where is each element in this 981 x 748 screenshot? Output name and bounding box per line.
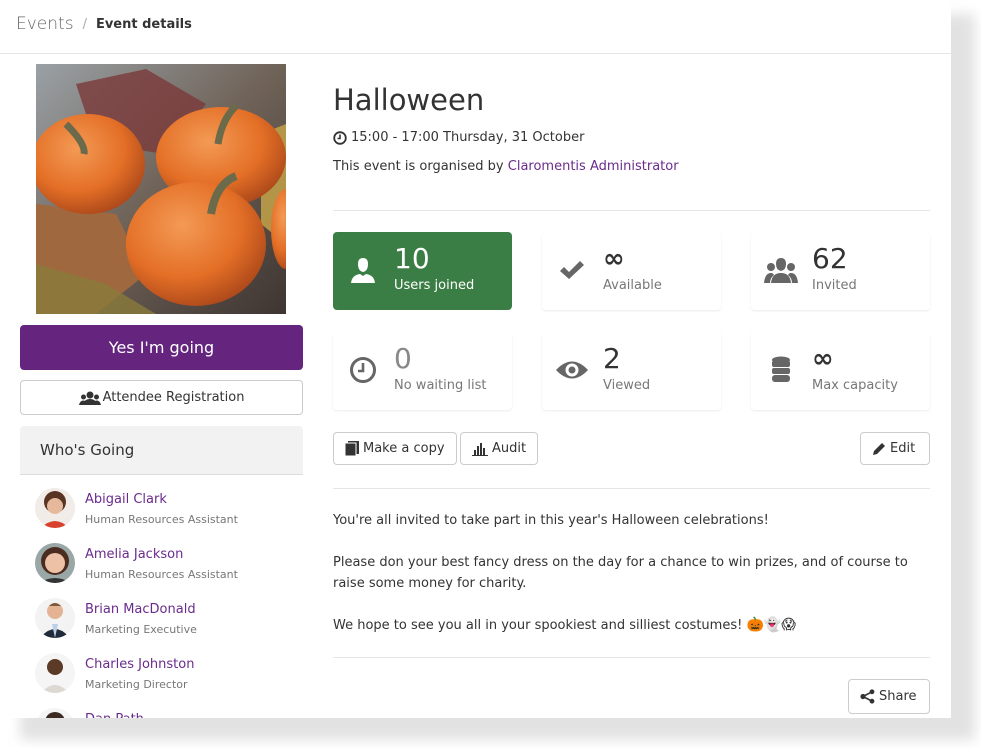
description-paragraph: We hope to see you all in your spookiest…	[333, 615, 930, 636]
attendee-registration-button[interactable]: Attendee Registration	[20, 380, 303, 415]
event-time-text: 15:00 - 17:00 Thursday, 31 October	[351, 130, 585, 145]
audit-label: Audit	[492, 441, 527, 456]
bar-chart-icon	[472, 442, 488, 456]
list-item[interactable]: Dan Path	[20, 700, 303, 718]
divider	[333, 210, 930, 211]
stat-label: No waiting list	[394, 378, 487, 393]
stat-label: Users joined	[394, 278, 475, 293]
stat-invited: 62 Invited	[751, 232, 930, 310]
attendee-list: Abigail Clark Human Resources Assistant …	[20, 480, 303, 718]
ghost-emoji: 👻	[763, 617, 782, 633]
audit-button[interactable]: Audit	[460, 432, 539, 465]
attendee-role: Marketing Executive	[85, 623, 197, 636]
list-item[interactable]: Charles Johnston Marketing Director	[20, 645, 303, 695]
avatar	[35, 653, 75, 693]
pumpkin-emoji: 🎃	[746, 617, 764, 633]
make-a-copy-label: Make a copy	[363, 441, 445, 456]
attendee-name[interactable]: Abigail Clark	[85, 492, 167, 507]
clock-icon	[333, 130, 347, 145]
stat-users-joined[interactable]: 10 Users joined	[333, 232, 512, 310]
attendee-role: Human Resources Assistant	[85, 568, 238, 581]
whos-going-title: Who's Going	[40, 441, 135, 459]
avatar	[35, 598, 75, 638]
breadcrumb: Events / Event details	[16, 12, 192, 36]
divider	[333, 657, 930, 658]
attendee-role: Human Resources Assistant	[85, 513, 238, 526]
breadcrumb-separator: /	[82, 16, 87, 32]
stat-value: 10	[394, 242, 430, 275]
breadcrumb-events-link[interactable]: Events	[16, 14, 74, 34]
check-icon	[554, 252, 590, 288]
stat-label: Viewed	[603, 378, 651, 393]
clock-icon	[345, 352, 381, 388]
whos-going-header: Who's Going	[20, 426, 303, 475]
copy-icon	[345, 441, 359, 456]
stat-value: 0	[394, 342, 412, 375]
stat-waiting-list: 0 No waiting list	[333, 332, 512, 410]
event-organiser: This event is organised by Claromentis A…	[333, 159, 679, 174]
avatar	[35, 543, 75, 583]
make-a-copy-button[interactable]: Make a copy	[333, 432, 457, 465]
scream-emoji: 😱	[781, 617, 796, 633]
stat-max-capacity: ∞ Max capacity	[751, 332, 930, 410]
stat-label: Available	[603, 278, 662, 293]
stat-value: ∞	[812, 344, 834, 374]
list-item[interactable]: Brian MacDonald Marketing Executive	[20, 590, 303, 640]
list-item[interactable]: Amelia Jackson Human Resources Assistant	[20, 535, 303, 585]
edit-label: Edit	[890, 441, 916, 456]
group-icon	[78, 391, 101, 405]
description-paragraph: You're all invited to take part in this …	[333, 513, 769, 528]
user-icon	[345, 252, 381, 288]
breadcrumb-current: Event details	[95, 16, 192, 32]
divider	[333, 488, 930, 489]
attendee-registration-label: Attendee Registration	[102, 390, 245, 405]
attendee-role: Marketing Director	[85, 678, 188, 691]
event-title: Halloween	[333, 83, 485, 117]
event-page: Events / Event details Yes I'm going Att…	[0, 0, 951, 718]
event-image	[36, 64, 286, 314]
stat-available: ∞ Available	[542, 232, 721, 310]
pencil-icon	[873, 442, 885, 455]
stat-viewed: 2 Viewed	[542, 332, 721, 410]
description-paragraph: Please don your best fancy dress on the …	[333, 555, 908, 591]
avatar	[35, 488, 75, 528]
stat-label: Invited	[812, 278, 857, 293]
event-description: You're all invited to take part in this …	[333, 510, 930, 657]
event-time: 15:00 - 17:00 Thursday, 31 October	[333, 130, 584, 145]
group-icon	[763, 252, 799, 288]
avatar	[35, 708, 75, 718]
stat-value: 62	[812, 242, 848, 275]
stat-label: Max capacity	[812, 378, 898, 393]
share-label: Share	[879, 689, 917, 704]
share-icon	[860, 689, 875, 704]
header-divider	[0, 53, 951, 54]
organiser-link[interactable]: Claromentis Administrator	[508, 159, 679, 174]
database-icon	[763, 352, 799, 388]
eye-icon	[554, 352, 590, 388]
stat-value: 2	[603, 342, 621, 375]
attendee-name[interactable]: Brian MacDonald	[85, 602, 196, 617]
attendee-name[interactable]: Dan Path	[85, 712, 144, 718]
yes-im-going-button[interactable]: Yes I'm going	[20, 325, 303, 370]
organiser-prefix: This event is organised by	[333, 159, 504, 174]
stat-value: ∞	[603, 244, 625, 274]
share-button[interactable]: Share	[848, 679, 930, 714]
attendee-name[interactable]: Amelia Jackson	[85, 547, 183, 562]
edit-button[interactable]: Edit	[860, 432, 930, 465]
description-text: We hope to see you all in your spookiest…	[333, 618, 743, 633]
list-item[interactable]: Abigail Clark Human Resources Assistant	[20, 480, 303, 530]
attendee-name[interactable]: Charles Johnston	[85, 657, 194, 672]
